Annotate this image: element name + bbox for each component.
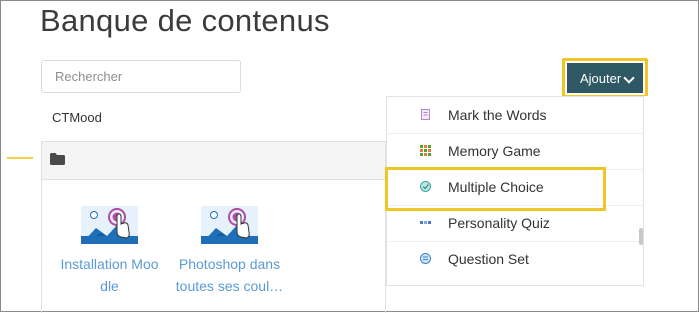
- interactive-video-icon: [201, 206, 258, 244]
- menu-item-label: Memory Game: [448, 143, 541, 159]
- menu-item-question-set[interactable]: Question Set: [387, 241, 643, 277]
- search-input[interactable]: [41, 60, 241, 93]
- document-icon: [421, 109, 430, 120]
- content-item-photoshop[interactable]: Photoshop dans toutes ses coul…: [172, 206, 287, 297]
- quiz-icon: [420, 221, 431, 224]
- add-button[interactable]: Ajouter: [567, 63, 643, 93]
- menu-item-memory-game[interactable]: Memory Game: [387, 133, 643, 169]
- multiple-choice-highlight: [385, 167, 606, 211]
- folder-header: [42, 142, 385, 180]
- annotation-line: [7, 157, 33, 159]
- content-bank-panel: Installation Moo dle Photoshop dans tout…: [41, 141, 386, 313]
- content-item-title-line2[interactable]: toutes ses coul…: [172, 275, 287, 297]
- dropdown-scrollbar[interactable]: [639, 228, 643, 245]
- panel-edge: [644, 96, 698, 286]
- content-item-title-line1[interactable]: Installation Moo: [52, 253, 167, 275]
- interactive-video-icon: [81, 206, 138, 244]
- question-set-icon: [420, 253, 431, 264]
- add-button-label: Ajouter: [580, 70, 622, 86]
- content-item-installation-moodle[interactable]: Installation Moo dle: [52, 206, 167, 297]
- menu-item-label: Personality Quiz: [448, 215, 550, 231]
- content-item-title-line2[interactable]: dle: [52, 275, 167, 297]
- menu-item-label: Question Set: [448, 251, 529, 267]
- grid-icon: [420, 145, 431, 156]
- folder-icon: [50, 153, 65, 165]
- content-item-title-line1[interactable]: Photoshop dans: [172, 253, 287, 275]
- menu-item-mark-the-words[interactable]: Mark the Words: [387, 97, 643, 133]
- page-title: Banque de contenus: [40, 3, 330, 38]
- menu-item-label: Mark the Words: [448, 107, 547, 123]
- add-button-highlight: Ajouter: [562, 58, 648, 98]
- window-frame: Banque de contenus CTMood Installation M…: [0, 0, 699, 313]
- breadcrumb[interactable]: CTMood: [52, 110, 102, 125]
- chevron-down-icon: [623, 72, 635, 84]
